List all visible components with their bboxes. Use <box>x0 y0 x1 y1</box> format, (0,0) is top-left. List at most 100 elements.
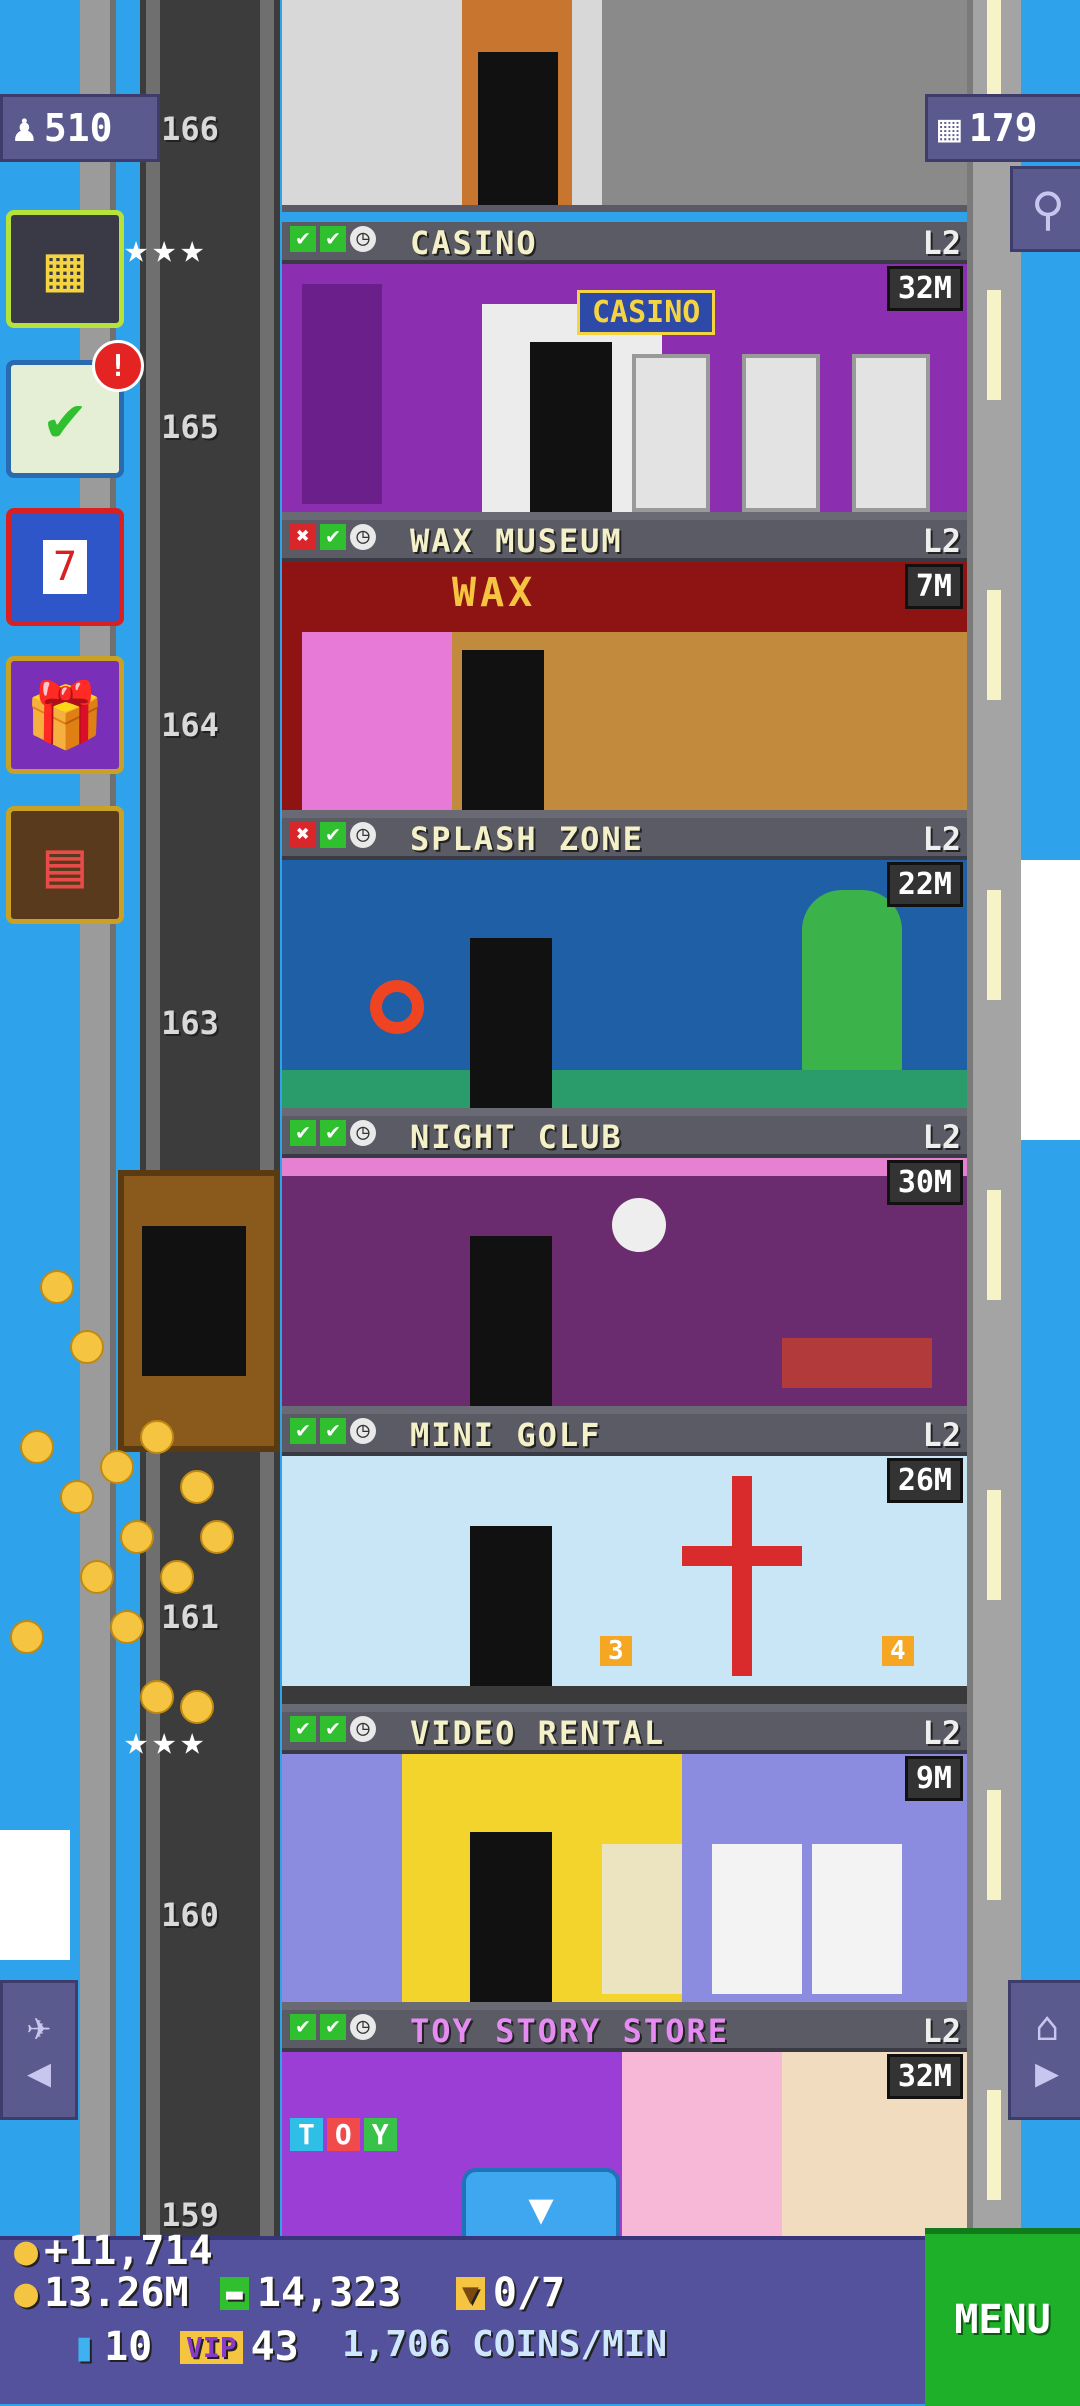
slot-machine <box>742 354 820 512</box>
lounge-sofa <box>782 1338 932 1388</box>
coin-icon: ● <box>14 2270 39 2316</box>
casino-sign: CASINO <box>577 290 716 335</box>
video-shelf <box>812 1844 902 1994</box>
floor-name: MINI GOLF <box>410 1416 602 1454</box>
floor-status: ✔ ✔ ◷ <box>290 2014 376 2040</box>
floor-price: 22M <box>886 862 963 907</box>
bux-icon: ▬ <box>220 2276 249 2310</box>
keys-display: ▮ 10 <box>72 2324 153 2370</box>
floors-count-value: 179 <box>968 106 1038 150</box>
bux-display[interactable]: ▬ 14,323 <box>220 2270 401 2316</box>
menu-button[interactable]: MENU <box>925 2228 1080 2406</box>
coins-per-minute: 1,706 COINS/MIN <box>342 2324 668 2365</box>
building-icon: ▦ <box>45 232 85 306</box>
chevron-down-icon: ▼ <box>528 2183 554 2233</box>
floor-price: 9M <box>904 1756 963 1801</box>
floor-status: ✔ ✔ ◷ <box>290 1716 376 1742</box>
slot-machine <box>852 354 930 512</box>
golden-tickets-display: VIP 43 <box>180 2324 299 2370</box>
hole-sign: 3 <box>600 1636 632 1666</box>
population-counter[interactable]: ♟ 510 <box>0 94 160 162</box>
arrow-left-icon: ◀ <box>26 2050 52 2096</box>
home-icon: ⌂ <box>1034 2004 1060 2050</box>
floor-status: ✖ ✔ ◷ <box>290 822 376 848</box>
wax-sign: WAX <box>452 570 537 616</box>
floor-166-room[interactable] <box>282 0 967 212</box>
search-button[interactable]: ⚲ <box>1010 166 1080 252</box>
coin-gain-label: ● +11,714 <box>14 2228 213 2274</box>
checklist-icon: ✔ <box>45 382 85 456</box>
floor-status: ✔ ✔ ◷ <box>290 1120 376 1146</box>
cloud <box>1020 860 1080 1140</box>
floor-title-bar: ✔ ✔ ◷ MINI GOLF L2 <box>282 1414 967 1456</box>
floors-counter[interactable]: ▦ 179 <box>925 94 1080 162</box>
gift-icon: 🎁 <box>25 678 105 753</box>
floor-splash-zone[interactable]: ✖ ✔ ◷ SPLASH ZONE L2 22M <box>282 818 967 1116</box>
floor-price: 32M <box>886 266 963 311</box>
floor-price: 30M <box>886 1160 963 1205</box>
floor-title-bar: ✖ ✔ ◷ SPLASH ZONE L2 <box>282 818 967 860</box>
floor-number: 166 <box>161 110 219 148</box>
floor-price: 32M <box>886 2054 963 2099</box>
ticket-icon: ▼ <box>456 2276 485 2310</box>
floor-number: 164 <box>161 706 219 744</box>
arrow-right-icon: ▶ <box>1034 2050 1060 2096</box>
floor-title-bar: ✔ ✔ ◷ CASINO L2 <box>282 222 967 264</box>
floor-number: 165 <box>161 408 219 446</box>
floor-number: 160 <box>161 1896 219 1934</box>
floor-name: NIGHT CLUB <box>410 1118 623 1156</box>
floor-status: ✔ ✔ ◷ <box>290 1418 376 1444</box>
palm-tree <box>802 890 902 1070</box>
floor-mini-golf[interactable]: ✔ ✔ ◷ MINI GOLF L2 26M 3 4 <box>282 1414 967 1712</box>
calendar-icon: 7 <box>42 540 88 594</box>
person-icon: ♟ <box>13 106 36 150</box>
disco-ball <box>612 1198 666 1252</box>
floor-night-club[interactable]: ✔ ✔ ◷ NIGHT CLUB L2 30M <box>282 1116 967 1414</box>
notification-badge: ! <box>92 340 144 392</box>
magnifier-icon: ⚲ <box>1031 182 1065 236</box>
roof-nav-button[interactable]: ⌂ ▶ <box>1008 1980 1080 2120</box>
floor-level: L2 <box>922 820 961 858</box>
market-button[interactable]: ▤ <box>6 806 124 924</box>
golden-ticket-icon: VIP <box>180 2330 243 2364</box>
floor-level: L2 <box>922 1118 961 1156</box>
calendar-button[interactable]: 7 <box>6 508 124 626</box>
cloud <box>0 1830 70 1960</box>
hole-sign: 4 <box>882 1636 914 1666</box>
star-rating: ★★★ <box>124 1718 209 1764</box>
floor-casino[interactable]: ✔ ✔ ◷ CASINO L2 32M CASINO <box>282 222 967 520</box>
floor-level: L2 <box>922 2012 961 2050</box>
floor-level: L2 <box>922 1416 961 1454</box>
building-menu-button[interactable]: ▦ <box>6 210 124 328</box>
coins-display: ● 13.26M <box>14 2270 189 2316</box>
elevator-cab[interactable] <box>118 1170 280 1452</box>
floor-wax-museum[interactable]: ✖ ✔ ◷ WAX MUSEUM L2 7M WAX <box>282 520 967 818</box>
floor-number: 161 <box>161 1598 219 1636</box>
floor-name: CASINO <box>410 224 538 262</box>
airplane-icon: ✈ <box>26 2004 52 2050</box>
vip-tickets-display[interactable]: ▼ 0/7 <box>456 2270 565 2316</box>
floor-name: SPLASH ZONE <box>410 820 644 858</box>
life-ring-icon <box>370 980 424 1034</box>
floor-title-bar: ✔ ✔ ◷ NIGHT CLUB L2 <box>282 1116 967 1158</box>
population-value: 510 <box>43 106 113 150</box>
floor-name: WAX MUSEUM <box>410 522 623 560</box>
floor-title-bar: ✔ ✔ ◷ VIDEO RENTAL L2 <box>282 1712 967 1754</box>
floor-level: L2 <box>922 1714 961 1752</box>
floor-number: 163 <box>161 1004 219 1042</box>
lobby-nav-button[interactable]: ✈ ◀ <box>0 1980 78 2120</box>
slot-machine <box>632 354 710 512</box>
video-shelf <box>712 1844 802 1994</box>
floor-name: VIDEO RENTAL <box>410 1714 666 1752</box>
floor-level: L2 <box>922 224 961 262</box>
market-stall-icon: ▤ <box>45 828 85 902</box>
coin-icon: ● <box>14 2228 39 2274</box>
toy-sign: T O Y <box>290 2118 397 2151</box>
floor-title-bar: ✔ ✔ ◷ TOY STORY STORE L2 <box>282 2010 967 2052</box>
floor-level: L2 <box>922 522 961 560</box>
floor-video-rental[interactable]: ✔ ✔ ◷ VIDEO RENTAL L2 9M <box>282 1712 967 2010</box>
floor-status: ✖ ✔ ◷ <box>290 524 376 550</box>
floor-title-bar: ✖ ✔ ◷ WAX MUSEUM L2 <box>282 520 967 562</box>
gift-button[interactable]: 🎁 <box>6 656 124 774</box>
floor-name: TOY STORY STORE <box>410 2012 729 2050</box>
